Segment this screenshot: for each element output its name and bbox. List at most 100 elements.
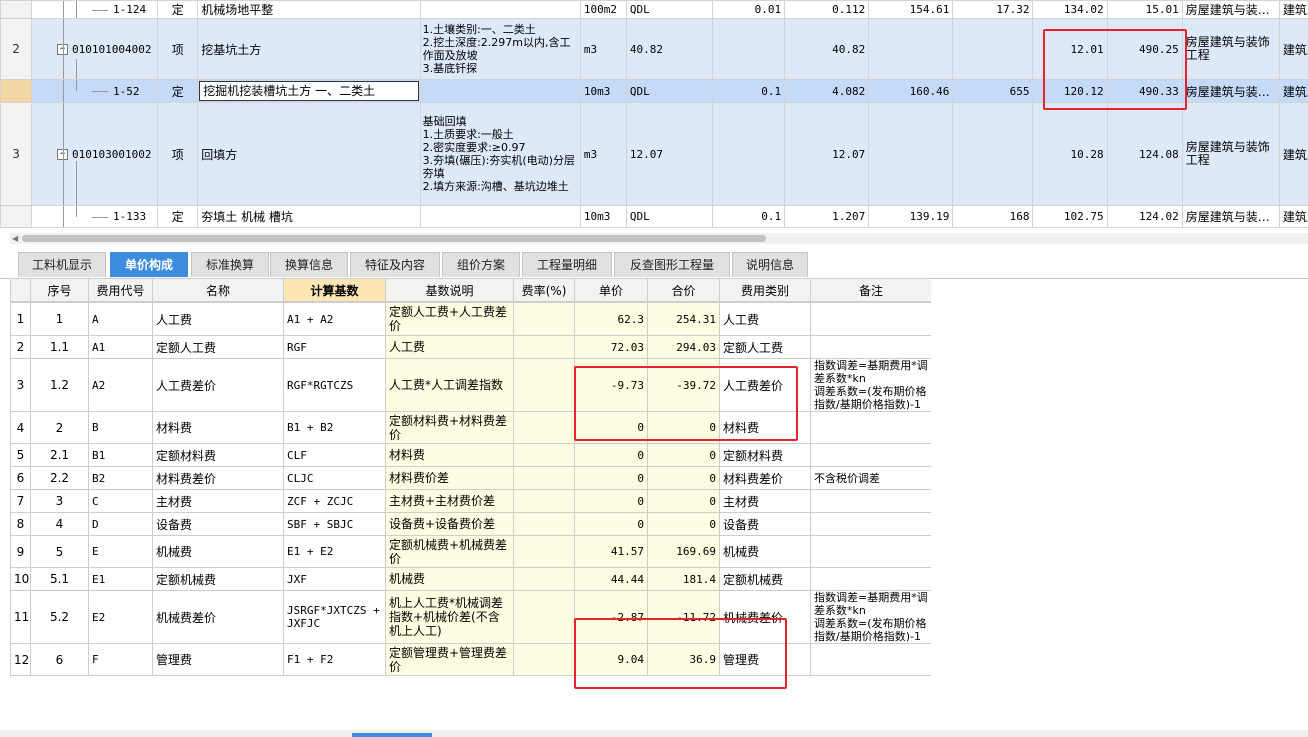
fee-code-cell[interactable]: C [88, 489, 153, 513]
seq-cell[interactable]: 1.1 [30, 335, 89, 359]
total-cell[interactable]: 0 [647, 466, 720, 490]
price-cell[interactable]: 0 [574, 466, 648, 490]
rate-cell[interactable] [513, 590, 575, 644]
fee-code-cell[interactable]: A [88, 302, 153, 336]
seq-cell[interactable]: 2.1 [30, 443, 89, 467]
col9-cell[interactable] [952, 18, 1034, 80]
code-cell[interactable]: 1-133 [31, 205, 159, 228]
category-cell[interactable]: 定额机械费 [719, 567, 811, 591]
fee-code-cell[interactable]: B [88, 411, 153, 444]
major-cell[interactable]: 房屋建筑与装… [1181, 205, 1280, 228]
remark-cell[interactable] [810, 335, 931, 359]
spec-cell[interactable]: 建筑工 [1278, 18, 1308, 80]
unit-price-cell[interactable]: 134.02 [1032, 0, 1108, 19]
table-row[interactable]: 6 2.2 B2 材料费差价 CLJC 材料费价差 0 0 材料费差价 不含税价调差 [10, 466, 931, 490]
total-cell[interactable]: 15.01 [1106, 0, 1183, 19]
code-cell[interactable]: 1-124 [31, 0, 159, 19]
col-header-seq[interactable]: 序号 [30, 278, 89, 302]
code-cell[interactable]: −010101004002 [31, 18, 159, 80]
total-cell[interactable]: 124.02 [1106, 205, 1183, 228]
qty-cell[interactable]: 0.1 [712, 79, 786, 103]
base-desc-cell[interactable]: 定额管理费+管理费差价 [385, 643, 514, 676]
table-row[interactable]: 1-124 定 机械场地平整 100m2 QDL 0.01 0.112 154.… [0, 0, 1308, 19]
table-row[interactable]: 9 5 E 机械费 E1 + E2 定额机械费+机械费差价 41.57 169.69 机械费 [10, 535, 931, 568]
name-cell[interactable]: 设备费 [152, 512, 284, 536]
category-cell[interactable]: 设备费 [719, 512, 811, 536]
tab-unit-price-composition[interactable]: 单价构成 [110, 252, 188, 277]
total-cell[interactable]: 169.69 [647, 535, 720, 568]
name-cell[interactable]: 定额机械费 [152, 567, 284, 591]
rate-cell[interactable] [513, 443, 575, 467]
name-cell[interactable]: 主材费 [152, 489, 284, 513]
table-row[interactable]: 8 4 D 设备费 SBF + SBJC 设备费+设备费价差 0 0 设备费 [10, 512, 931, 536]
type-cell[interactable]: 定 [157, 79, 199, 103]
tab-description-info[interactable]: 说明信息 [732, 252, 808, 277]
price-cell[interactable]: 154.61 [868, 0, 954, 19]
table-row[interactable]: 3 −010103001002 项 回填方 基础回填 1.土质要求:一般土 2.… [0, 102, 1308, 206]
rate-cell[interactable] [513, 567, 575, 591]
table-row[interactable]: 1-133 定 夯填土 机械 槽坑 10m3 QDL 0.1 1.207 139… [0, 205, 1308, 228]
base-cell[interactable]: SBF + SBJC [283, 512, 386, 536]
major-cell[interactable]: 房屋建筑与装饰工程 [1181, 18, 1280, 80]
tab-features-content[interactable]: 特征及内容 [350, 252, 440, 277]
total-cell[interactable]: 181.4 [647, 567, 720, 591]
spec-cell[interactable]: 建筑工 [1278, 205, 1308, 228]
remark-cell[interactable] [810, 411, 931, 444]
type-cell[interactable]: 定 [157, 0, 199, 19]
rate-cell[interactable] [513, 358, 575, 412]
name-cell[interactable]: 管理费 [152, 643, 284, 676]
seq-cell[interactable]: 5.2 [30, 590, 89, 644]
expr-cell[interactable]: 12.07 [625, 102, 714, 206]
col-header-category[interactable]: 费用类别 [719, 278, 811, 302]
remark-cell[interactable] [810, 643, 931, 676]
amount-cell[interactable]: 0.112 [784, 0, 870, 19]
major-cell[interactable]: 房屋建筑与装饰工程 [1181, 102, 1280, 206]
tab-labor-material-machine[interactable]: 工料机显示 [18, 252, 106, 277]
unit-price-cell[interactable]: 10.28 [1032, 102, 1108, 206]
code-cell[interactable]: −010103001002 [31, 102, 159, 206]
fee-code-cell[interactable]: B2 [88, 466, 153, 490]
price-cell[interactable]: 160.46 [868, 79, 954, 103]
expr-cell[interactable]: QDL [625, 205, 714, 228]
fee-code-cell[interactable]: A1 [88, 335, 153, 359]
remark-cell[interactable] [810, 535, 931, 568]
feature-cell[interactable]: 1.土壤类别:一、二类土 2.挖土深度:2.297m以内,含工作面及放坡 3.基… [419, 18, 581, 80]
seq-cell[interactable]: 5 [30, 535, 89, 568]
price-cell[interactable]: 72.03 [574, 335, 648, 359]
category-cell[interactable]: 人工费 [719, 302, 811, 336]
price-cell[interactable]: 139.19 [868, 205, 954, 228]
name-cell[interactable]: 材料费 [152, 411, 284, 444]
base-desc-cell[interactable]: 定额机械费+机械费差价 [385, 535, 514, 568]
category-cell[interactable]: 定额材料费 [719, 443, 811, 467]
name-cell[interactable]: 回填方 [197, 102, 421, 206]
seq-cell[interactable]: 1 [30, 302, 89, 336]
col-header-code[interactable]: 费用代号 [88, 278, 153, 302]
amount-cell[interactable]: 40.82 [784, 18, 870, 80]
feature-cell[interactable] [419, 205, 581, 228]
remark-cell[interactable] [810, 489, 931, 513]
category-cell[interactable]: 机械费 [719, 535, 811, 568]
scrollbar-thumb[interactable] [22, 235, 766, 242]
unit-cell[interactable]: m3 [579, 102, 627, 206]
fee-code-cell[interactable]: E1 [88, 567, 153, 591]
feature-cell[interactable]: 基础回填 1.土质要求:一般土 2.密实度要求:≥0.97 3.夯填(碾压):夯… [419, 102, 581, 206]
table-row[interactable]: 2 1.1 A1 定额人工费 RGF 人工费 72.03 294.03 定额人工费 [10, 335, 931, 359]
base-desc-cell[interactable]: 定额材料费+材料费差价 [385, 411, 514, 444]
total-cell[interactable]: 254.31 [647, 302, 720, 336]
rate-cell[interactable] [513, 535, 575, 568]
col-header-rate[interactable]: 费率(%) [513, 278, 575, 302]
unit-cell[interactable]: 10m3 [579, 79, 627, 103]
fee-code-cell[interactable]: E2 [88, 590, 153, 644]
base-desc-cell[interactable]: 人工费*人工调差指数 [385, 358, 514, 412]
name-cell[interactable]: 人工费差价 [152, 358, 284, 412]
qty-cell[interactable] [712, 18, 786, 80]
remark-cell[interactable]: 不含税价调差 [810, 466, 931, 490]
base-cell[interactable]: RGF*RGTCZS [283, 358, 386, 412]
base-cell[interactable]: RGF [283, 335, 386, 359]
remark-cell[interactable] [810, 302, 931, 336]
price-cell[interactable]: 44.44 [574, 567, 648, 591]
fee-code-cell[interactable]: A2 [88, 358, 153, 412]
category-cell[interactable]: 定额人工费 [719, 335, 811, 359]
qty-cell[interactable]: 0.01 [712, 0, 786, 19]
name-cell[interactable]: 机械场地平整 [197, 0, 421, 19]
